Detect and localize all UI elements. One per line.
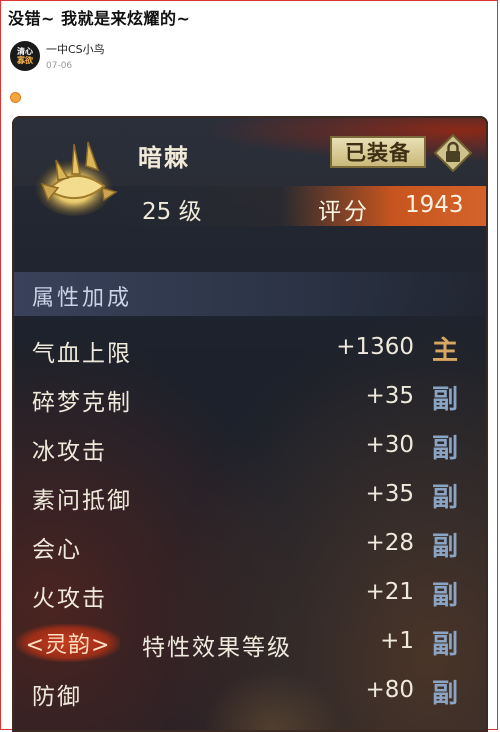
attribute-type-sub: 副 xyxy=(432,434,459,464)
author-name[interactable]: 一中CS小鸟 xyxy=(46,41,105,57)
attribute-type-sub: 副 xyxy=(432,581,459,611)
bottom-decoration xyxy=(202,668,342,732)
attribute-value: +30 xyxy=(365,432,414,458)
avatar[interactable]: 清心 寡欲 xyxy=(10,41,40,71)
post-title: 没错~ 我就是来炫耀的~ xyxy=(8,9,191,28)
attribute-name: 特性效果等级 xyxy=(142,635,292,661)
attribute-type-sub: 副 xyxy=(432,532,459,562)
attribute-type-sub: 副 xyxy=(432,679,459,709)
attribute-value: +35 xyxy=(365,481,414,507)
attribute-name: 冰攻击 xyxy=(32,439,107,465)
attribute-value: +28 xyxy=(365,530,414,556)
attribute-row: 气血上限 +1360 主 xyxy=(12,328,488,372)
attribute-value: +1360 xyxy=(336,334,414,360)
attribute-type-sub: 副 xyxy=(432,483,459,513)
attribute-type-sub: 副 xyxy=(432,630,459,660)
attribute-row: 素问抵御 +35 副 xyxy=(12,475,488,519)
section-header: 属性加成 xyxy=(12,272,488,316)
avatar-text-bottom: 寡欲 xyxy=(17,56,33,65)
attribute-name: 会心 xyxy=(32,537,82,563)
item-name: 暗棘 xyxy=(138,144,190,172)
attribute-type-sub: 副 xyxy=(432,385,459,415)
linyun-tag: <灵韵> xyxy=(16,624,120,662)
score-value: 1943 xyxy=(405,192,464,218)
attribute-row: 冰攻击 +30 副 xyxy=(12,426,488,470)
attribute-value: +21 xyxy=(365,579,414,605)
equipment-panel: 暗棘 已装备 25 级 评分 1943 属性加成 气血上限 +1360 主 碎梦… xyxy=(12,116,488,732)
avatar-text-top: 清心 xyxy=(17,47,33,56)
face-emoji-icon xyxy=(10,92,21,103)
attribute-value: +80 xyxy=(365,677,414,703)
attribute-name: 防御 xyxy=(32,684,82,710)
author-info[interactable]: 清心 寡欲 一中CS小鸟 07-06 xyxy=(10,40,105,72)
attribute-name: 火攻击 xyxy=(32,586,107,612)
item-level: 25 级 xyxy=(142,199,202,225)
attribute-row: 火攻击 +21 副 xyxy=(12,573,488,617)
attribute-value: +1 xyxy=(380,628,414,654)
attribute-name: 碎梦克制 xyxy=(32,390,132,416)
attribute-type-main: 主 xyxy=(432,336,459,366)
attribute-row: <灵韵> 特性效果等级 +1 副 xyxy=(12,622,488,666)
equipped-badge: 已装备 xyxy=(330,136,426,168)
thorn-crown-icon xyxy=(34,141,118,216)
section-title: 属性加成 xyxy=(32,286,133,311)
attribute-value: +35 xyxy=(365,383,414,409)
score-label: 评分 xyxy=(318,199,370,225)
attribute-row: 会心 +28 副 xyxy=(12,524,488,568)
post-date: 07-06 xyxy=(46,61,73,71)
attribute-name: 素问抵御 xyxy=(32,488,132,514)
lock-icon[interactable] xyxy=(434,134,472,172)
attribute-name: 气血上限 xyxy=(32,341,132,367)
attribute-row: 碎梦克制 +35 副 xyxy=(12,377,488,421)
